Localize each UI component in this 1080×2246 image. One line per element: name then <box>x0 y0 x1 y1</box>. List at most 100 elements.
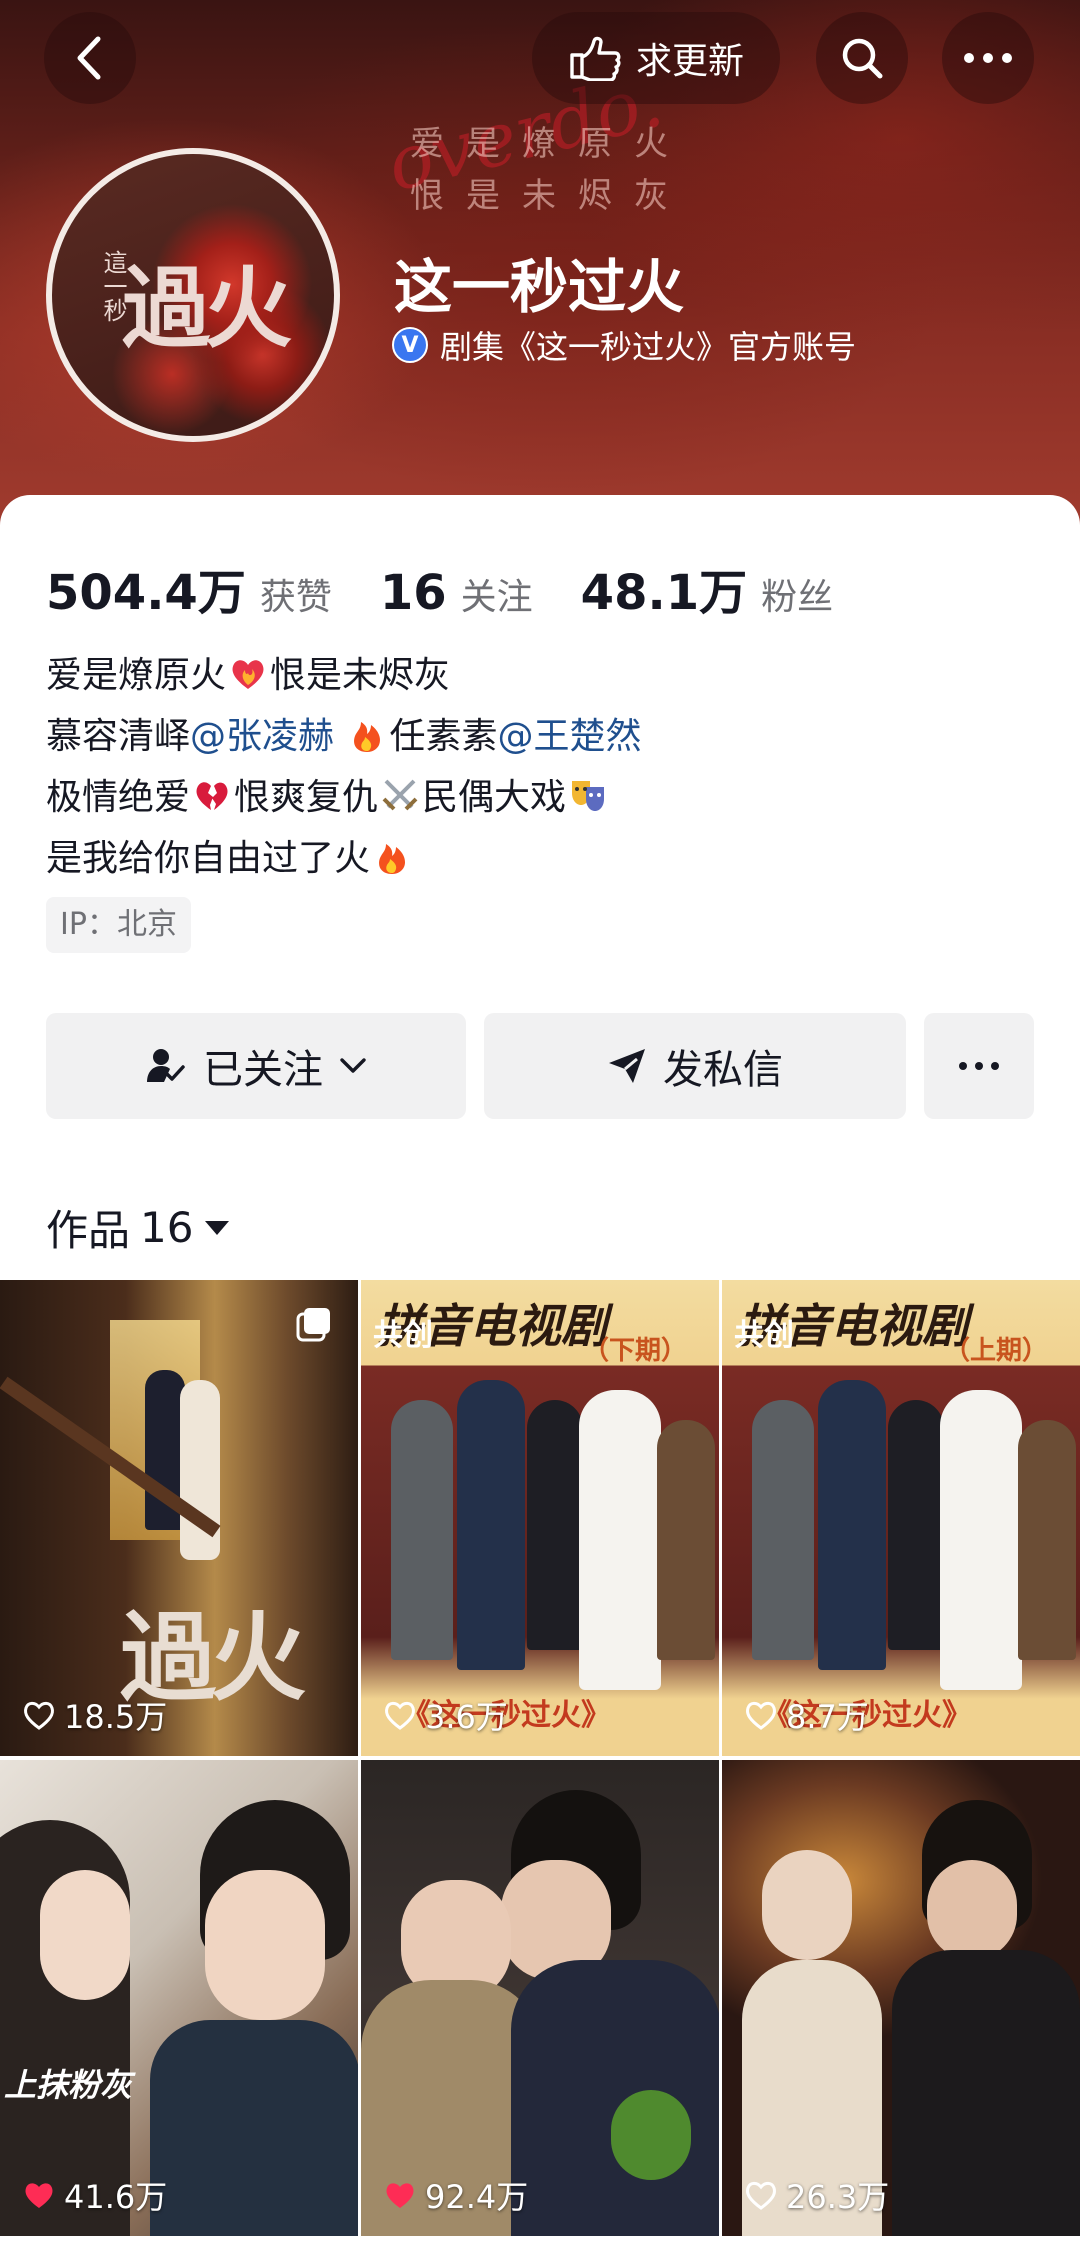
likes-count: 18.5万 <box>64 1698 168 1736</box>
video-tile[interactable]: 過火 18.5万 <box>0 1280 358 1756</box>
send-message-label: 发私信 <box>663 1047 783 1093</box>
cast-figure <box>657 1420 715 1660</box>
video-tile[interactable]: 上抹粉灰 41.6万 <box>0 1760 358 2236</box>
likes-count: 41.6万 <box>64 2178 168 2216</box>
bio-line-2: 慕容清峄@张凌赫 任素素@王楚然 <box>46 706 642 767</box>
heart-outline-icon <box>746 2181 776 2210</box>
cast-figure <box>457 1380 525 1670</box>
figure-man-face <box>205 1870 325 2020</box>
cast-figure <box>888 1400 944 1650</box>
bio-text: 慕容清峄 <box>46 716 191 757</box>
heart-on-fire-icon <box>232 660 264 689</box>
heart-outline-icon <box>385 1701 415 1730</box>
user-check-icon <box>147 1049 185 1082</box>
account-name: 这一秒过火 <box>394 253 685 321</box>
likes-count: 26.3万 <box>786 2178 890 2216</box>
caret-down-icon <box>205 1220 230 1235</box>
video-caption: 上抹粉灰 <box>4 2066 133 2104</box>
video-likes: 8.7万 <box>744 1692 869 1738</box>
figure-woman-face <box>40 1870 130 2000</box>
likes-count: 3.6万 <box>425 1698 508 1736</box>
mention-link[interactable]: @张凌赫 <box>190 716 334 757</box>
works-tab[interactable]: 作品 16 <box>46 1197 231 1258</box>
bio-text: 是我给你自由过了火 <box>46 838 371 879</box>
video-tile[interactable]: 拼音电视剧 共创 （下期） 《这一秒过火》 3.6万 <box>361 1280 719 1756</box>
cast-figure <box>579 1390 661 1690</box>
cast-figure <box>1018 1420 1076 1660</box>
hand-point-icon <box>570 36 621 81</box>
video-tag: （下期） <box>583 1336 688 1366</box>
video-tile[interactable]: 26.3万 <box>722 1760 1080 2236</box>
more-actions-button[interactable] <box>924 1013 1034 1119</box>
bio-line-3: 极情绝爱 恨爽复仇 民偶大戏 <box>46 767 642 828</box>
send-message-button[interactable]: 发私信 <box>484 1013 906 1119</box>
video-likes: 92.4万 <box>383 2172 528 2218</box>
chevron-left-icon <box>77 36 101 80</box>
cast-figure <box>940 1390 1022 1690</box>
figure-man-coat <box>511 1960 719 2236</box>
likes-count: 504.4万 <box>46 565 246 621</box>
cast-figure <box>818 1380 886 1670</box>
album-stack-icon <box>296 1308 330 1342</box>
plant <box>611 2090 691 2180</box>
profile-banner: overdo. 爱是燎原火 恨是未烬灰 求更新 這一秒 過火 这一秒过火 V 剧… <box>0 0 1080 540</box>
cast-figure <box>527 1400 583 1650</box>
fans-label[interactable]: 粉丝 <box>761 568 833 620</box>
cast-figure <box>391 1400 453 1660</box>
verified-text: 剧集《这一秒过火》官方账号 <box>440 328 857 366</box>
video-tag: （上期） <box>944 1336 1049 1366</box>
figure-woman-face <box>762 1850 852 1960</box>
bio-text: 恨是未烬灰 <box>270 655 451 696</box>
bio-text: 恨爽复仇 <box>234 777 379 818</box>
mention-link[interactable]: @王楚然 <box>498 716 642 757</box>
fans-count[interactable]: 48.1万 <box>581 553 747 623</box>
works-label: 作品 <box>46 1206 131 1255</box>
crossed-swords-icon <box>382 779 418 811</box>
bio-text: 极情绝爱 <box>46 777 191 818</box>
avatar-title: 過火 <box>122 256 292 360</box>
request-update-label: 求更新 <box>635 41 744 82</box>
search-icon <box>842 38 883 79</box>
bio-text: 民偶大戏 <box>422 777 567 818</box>
heart-outline-icon <box>24 1701 54 1730</box>
bio-text: 任素素 <box>389 716 498 757</box>
figure-man-coat <box>892 1950 1080 2236</box>
following-label[interactable]: 关注 <box>461 568 533 620</box>
video-likes: 41.6万 <box>22 2172 167 2218</box>
more-horizontal-icon <box>964 53 1012 63</box>
chevron-down-icon <box>340 1058 366 1073</box>
likes-count: 92.4万 <box>425 2178 529 2216</box>
poem-line-2: 恨是未烬灰 <box>410 176 690 216</box>
more-options-button[interactable] <box>942 12 1034 104</box>
bio: 爱是燎原火 恨是未烬灰 慕容清峄@张凌赫 任素素@王楚然 极情绝爱 恨爽复仇 民偶大戏… <box>46 645 642 889</box>
search-button[interactable] <box>816 12 908 104</box>
figure-man-face <box>927 1860 1017 1960</box>
video-likes: 26.3万 <box>744 2172 889 2218</box>
followed-label: 已关注 <box>203 1047 323 1093</box>
verified-badge-icon: V <box>392 327 428 363</box>
broken-heart-icon <box>196 782 228 810</box>
figure-man-body <box>150 2020 358 2236</box>
avatar[interactable]: 這一秒 過火 <box>46 148 340 442</box>
following-count[interactable]: 16 <box>380 565 447 621</box>
followed-button[interactable]: 已关注 <box>46 1013 466 1119</box>
video-tile[interactable]: 92.4万 <box>361 1760 719 2236</box>
verified-info: V 剧集《这一秒过火》官方账号 <box>392 322 856 368</box>
fire-icon <box>379 844 406 874</box>
theater-masks-icon <box>572 781 605 811</box>
video-tile[interactable]: 拼音电视剧 共创 （上期） 《这一秒过火》 8.7万 <box>722 1280 1080 1756</box>
heart-filled-icon <box>25 2183 53 2208</box>
request-update-button[interactable]: 求更新 <box>532 12 780 104</box>
bio-line-1: 爱是燎原火 恨是未烬灰 <box>46 645 642 706</box>
heart-outline-icon <box>746 1701 776 1730</box>
video-corner-text: 共创 <box>734 1318 794 1353</box>
bio-text: 爱是燎原火 <box>46 655 227 696</box>
video-likes: 18.5万 <box>22 1692 167 1738</box>
back-button[interactable] <box>44 12 136 104</box>
fire-icon <box>354 722 381 752</box>
works-count: 16 <box>140 1203 194 1252</box>
video-likes: 3.6万 <box>383 1692 508 1738</box>
heart-filled-icon <box>386 2183 414 2208</box>
ip-location-tag: IP：北京 <box>46 897 191 953</box>
poem-line-1: 爱是燎原火 <box>410 124 690 164</box>
